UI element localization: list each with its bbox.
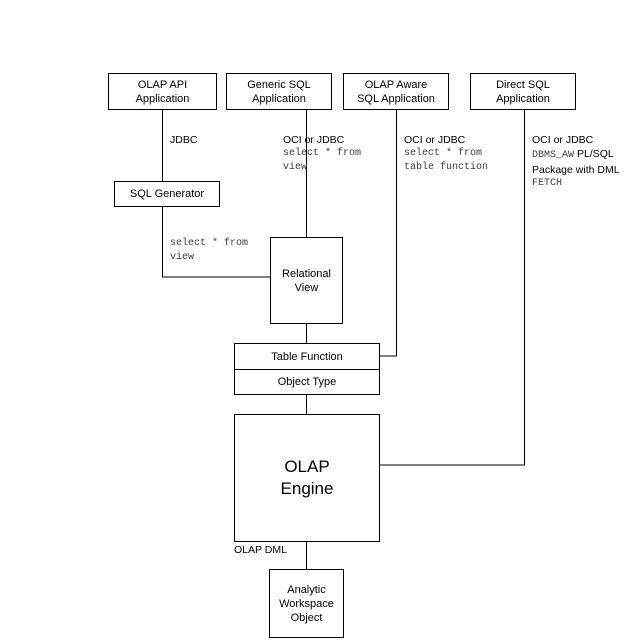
label-olap-aware-protocol: OCI or JDBC select * from table function (404, 133, 488, 175)
direct-sql-fetch: FETCH (532, 178, 563, 189)
analytic-workspace-object-line1: Analytic (287, 583, 326, 596)
label-direct-sql-protocol: OCI or JDBC DBMS_AW PL/SQL Package with … (532, 133, 620, 191)
label-generic-sql-protocol: OCI or JDBC select * from view (283, 133, 361, 175)
generic-sql-application-line2: Application (252, 92, 306, 105)
olap-aware-sql-application-line2: SQL Application (357, 92, 435, 105)
generic-sql-protocol-text: OCI or JDBC (283, 134, 345, 146)
node-direct-sql-application[interactable]: Direct SQL Application (470, 73, 576, 110)
table-function-label: Table Function (271, 350, 343, 363)
direct-sql-package-sans: PL/SQL (576, 148, 614, 160)
node-sql-generator[interactable]: SQL Generator (114, 181, 220, 207)
label-olap-api-protocol: JDBC (170, 133, 197, 147)
node-olap-engine[interactable]: OLAP Engine (234, 414, 380, 542)
olap-aware-query-line1: select * from (404, 148, 483, 159)
analytic-workspace-object-line3: Object (290, 611, 323, 624)
generic-sql-query-line2: view (283, 162, 308, 173)
olap-api-protocol-text: JDBC (170, 134, 198, 146)
node-relational-view[interactable]: Relational View (270, 237, 343, 324)
object-type-label: Object Type (277, 376, 337, 388)
node-analytic-workspace-object[interactable]: Analytic Workspace Object (269, 569, 344, 638)
sql-generator-label: SQL Generator (129, 188, 205, 200)
sql-generator-query-line2: view (170, 252, 195, 263)
sql-generator-query-line1: select * from (170, 238, 249, 249)
olap-aware-protocol-text: OCI or JDBC (404, 134, 466, 146)
direct-sql-application-line1: Direct SQL (496, 78, 550, 91)
direct-sql-package-line1: DBMS_AW PL/SQL (532, 147, 620, 163)
olap-engine-line2: Engine (280, 479, 334, 498)
direct-sql-package-mono: DBMS_AW (532, 150, 575, 161)
relational-view-line2: View (294, 281, 319, 294)
olap-api-application-line1: OLAP API (137, 78, 188, 91)
node-olap-aware-sql-application[interactable]: OLAP Aware SQL Application (343, 73, 449, 110)
node-generic-sql-application[interactable]: Generic SQL Application (226, 73, 332, 110)
direct-sql-package-line2: Package with DML (532, 164, 620, 176)
node-object-type[interactable]: Object Type (235, 369, 379, 394)
direct-sql-application-line2: Application (496, 92, 550, 105)
analytic-workspace-object-line2: Workspace (279, 597, 334, 610)
olap-engine-line1: OLAP (284, 457, 330, 476)
label-olap-dml: OLAP DML (234, 543, 287, 557)
olap-aware-query-line2: table function (404, 162, 489, 173)
olap-dml-text: OLAP DML (234, 544, 287, 556)
generic-sql-application-line1: Generic SQL (247, 78, 311, 91)
generic-sql-query-line1: select * from (283, 148, 362, 159)
node-olap-api-application[interactable]: OLAP API Application (108, 73, 217, 110)
olap-aware-sql-application-line1: OLAP Aware (364, 78, 428, 91)
node-table-function[interactable]: Table Function (235, 344, 379, 369)
olap-api-application-line2: Application (135, 92, 190, 105)
label-sql-generator-query: select * from view (170, 237, 248, 265)
relational-view-line1: Relational (282, 267, 331, 280)
diagram-canvas: OLAP API Application Generic SQL Applica… (0, 0, 630, 642)
edge-olapaware-to-tablefunction (380, 110, 397, 357)
node-table-function-stack: Table Function Object Type (234, 343, 380, 395)
direct-sql-protocol-text: OCI or JDBC (532, 134, 594, 146)
